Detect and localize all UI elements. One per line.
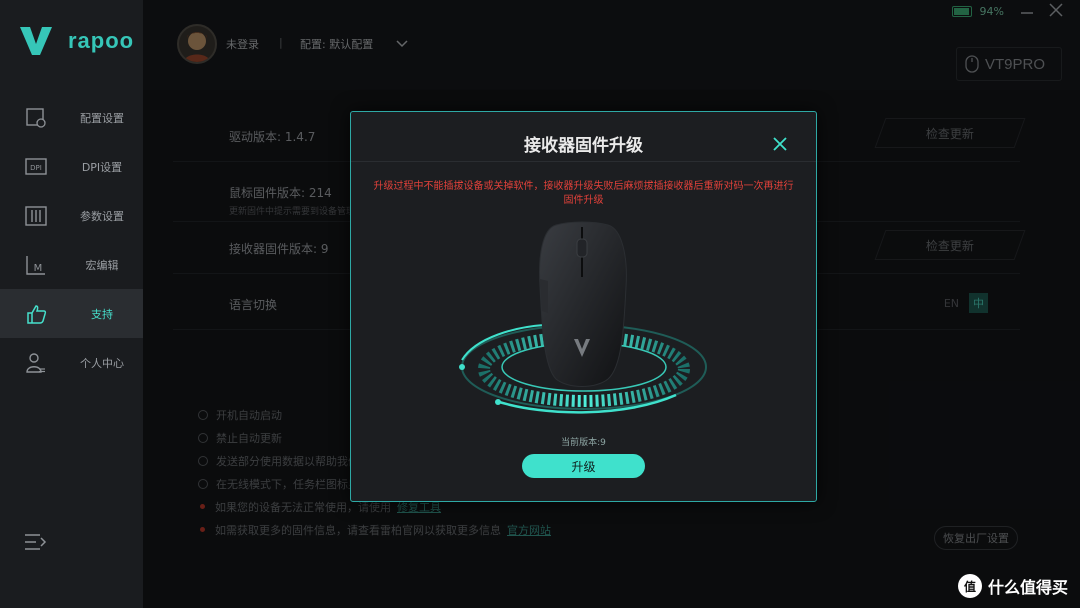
sidebar-item-params[interactable]: 参数设置 — [0, 191, 143, 240]
firmware-upgrade-dialog: 接收器固件升级 升级过程中不能插拔设备或关掉软件，接收器升级失败后麻烦拔插接收器… — [350, 111, 817, 502]
mouse-product-image — [459, 221, 707, 414]
sidebar-item-label: DPI设置 — [81, 160, 123, 174]
sidebar-item-config[interactable]: 配置设置 — [0, 93, 143, 142]
sidebar: rapoo 配置设置 DPI DPI设置 参数设置 M 宏编辑 支持 个人中心 — [0, 0, 143, 608]
params-icon — [24, 204, 48, 228]
current-version: 当前版本:9 — [561, 438, 606, 448]
user-icon — [24, 351, 48, 375]
sidebar-item-user[interactable]: 个人中心 — [0, 338, 143, 387]
watermark-badge: 值 — [957, 574, 982, 598]
upgrade-button[interactable]: 升级 — [522, 454, 645, 478]
dpi-icon: DPI — [24, 155, 48, 179]
sidebar-item-label: 宏编辑 — [85, 258, 119, 272]
sidebar-item-dpi[interactable]: DPI DPI设置 — [0, 142, 143, 191]
close-icon[interactable] — [772, 136, 788, 152]
brand-logo: rapoo — [18, 24, 134, 58]
dialog-title: 接收器固件升级 — [524, 136, 643, 156]
sidebar-item-support[interactable]: 支持 — [0, 289, 143, 338]
svg-text:M: M — [34, 263, 43, 274]
sidebar-item-label: 参数设置 — [80, 209, 124, 223]
sidebar-item-label: 个人中心 — [80, 356, 124, 370]
sidebar-nav: 配置设置 DPI DPI设置 参数设置 M 宏编辑 支持 个人中心 — [0, 93, 143, 387]
sidebar-item-macro[interactable]: M 宏编辑 — [0, 240, 143, 289]
watermark: 值 什么值得买 — [957, 574, 1068, 598]
sidebar-item-label: 配置设置 — [80, 111, 124, 125]
dialog-header: 接收器固件升级 — [351, 112, 816, 162]
sidebar-item-label: 支持 — [91, 307, 113, 321]
watermark-text: 什么值得买 — [987, 578, 1068, 597]
upgrade-warning: 升级过程中不能插拔设备或关掉软件，接收器升级失败后麻烦拔插接收器后重新对码一次再… — [373, 181, 794, 206]
svg-text:DPI: DPI — [30, 164, 42, 172]
v-logo-icon — [20, 27, 52, 55]
macro-icon: M — [24, 253, 48, 277]
thumbs-up-icon — [24, 302, 48, 326]
config-icon — [24, 106, 48, 130]
menu-collapse-icon[interactable] — [24, 532, 48, 552]
brand-wordmark: rapoo — [68, 28, 135, 53]
